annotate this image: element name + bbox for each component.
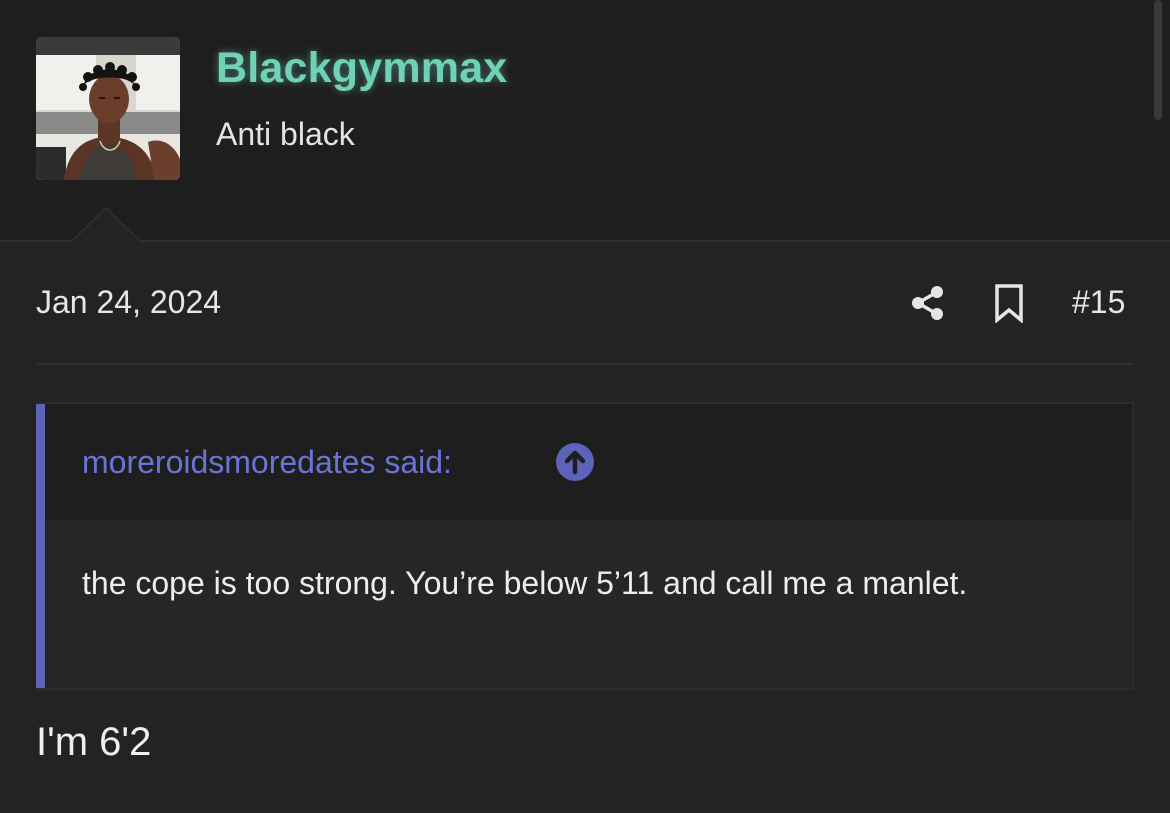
user-caret <box>71 207 141 243</box>
arrow-up-circle-icon[interactable] <box>555 442 595 482</box>
quote-body: the cope is too strong. You’re below 5’1… <box>45 520 1132 688</box>
divider <box>36 363 1134 365</box>
quote-block: moreroidsmoredates said: the cope is too… <box>36 402 1134 690</box>
user-title: Anti black <box>216 116 355 152</box>
quote-author-link[interactable]: moreroidsmoredates said: <box>82 444 452 481</box>
post-number-link[interactable]: #15 <box>1072 284 1125 321</box>
avatar[interactable] <box>36 37 180 180</box>
username-link[interactable]: Blackgymmax <box>216 44 507 93</box>
bookmark-icon[interactable] <box>992 283 1026 323</box>
quote-text: the cope is too strong. You’re below 5’1… <box>82 565 968 601</box>
scrollbar-thumb[interactable] <box>1154 0 1162 120</box>
post-user-header: Blackgymmax Anti black <box>0 0 1170 242</box>
share-icon[interactable] <box>908 283 948 323</box>
quote-header: moreroidsmoredates said: <box>45 404 1132 520</box>
post-date[interactable]: Jan 24, 2024 <box>36 284 221 321</box>
post-message: I'm 6'2 <box>36 720 152 764</box>
forum-post: Blackgymmax Anti black Jan 24, 2024 #15 … <box>0 0 1170 813</box>
quote-accent-bar <box>36 404 45 688</box>
